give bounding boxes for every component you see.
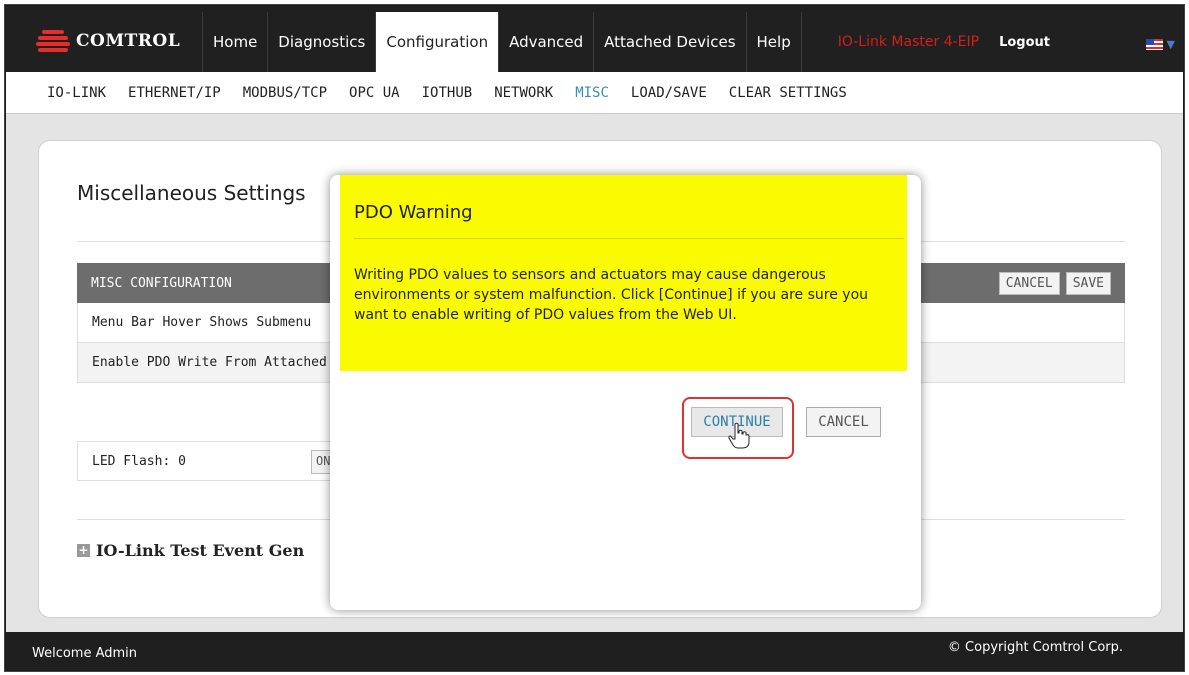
- table-cancel-button[interactable]: CANCEL: [998, 271, 1060, 295]
- hand-cursor-icon: [728, 422, 750, 449]
- top-navbar: COMTROL Home Diagnostics Configuration A…: [6, 6, 1183, 72]
- nav-help[interactable]: Help: [745, 12, 801, 72]
- table-save-button[interactable]: SAVE: [1065, 271, 1111, 295]
- warning-box: PDO Warning Writing PDO values to sensor…: [340, 175, 907, 371]
- nav-configuration[interactable]: Configuration: [375, 12, 499, 72]
- nav-home[interactable]: Home: [202, 12, 267, 72]
- row-label: Enable PDO Write From Attached: [92, 355, 327, 370]
- cancel-button[interactable]: CANCEL: [806, 407, 881, 437]
- copyright-text: © Copyright Comtrol Corp.: [947, 640, 1123, 655]
- language-selector[interactable]: ▼: [1145, 38, 1175, 51]
- logo-text: COMTROL: [76, 31, 181, 51]
- expander-label: IO-Link Test Event Gen: [96, 541, 305, 560]
- warning-message: Writing PDO values to sensors and actuat…: [354, 267, 869, 323]
- divider: [354, 238, 904, 239]
- plus-icon: +: [77, 543, 90, 557]
- row-label: Menu Bar Hover Shows Submenu: [92, 315, 312, 330]
- subnav-load-save[interactable]: LOAD/SAVE: [631, 85, 707, 101]
- page-title: Miscellaneous Settings: [77, 181, 306, 205]
- main-nav: Home Diagnostics Configuration Advanced …: [202, 12, 1058, 72]
- pdo-warning-dialog: PDO Warning Writing PDO values to sensor…: [330, 175, 921, 610]
- comtrol-logo[interactable]: COMTROL: [36, 26, 180, 56]
- subnav-modbus-tcp[interactable]: MODBUS/TCP: [243, 85, 327, 101]
- footer: Welcome Admin © Copyright Comtrol Corp.: [6, 632, 1183, 670]
- us-flag-icon: [1145, 39, 1163, 50]
- subnav-iothub[interactable]: IOTHUB: [422, 85, 473, 101]
- led-flash-label: LED Flash: 0: [92, 453, 186, 469]
- subnav-opc-ua[interactable]: OPC UA: [349, 85, 400, 101]
- subnav-clear-settings[interactable]: CLEAR SETTINGS: [729, 85, 847, 101]
- dialog-title: PDO Warning: [354, 202, 473, 223]
- nav-diagnostics[interactable]: Diagnostics: [267, 12, 375, 72]
- device-name: IO-Link Master 4-EIP: [800, 12, 991, 72]
- sub-nav: IO-LINK ETHERNET/IP MODBUS/TCP OPC UA IO…: [6, 72, 1183, 114]
- table-title: MISC CONFIGURATION: [91, 275, 232, 291]
- nav-advanced[interactable]: Advanced: [498, 12, 593, 72]
- subnav-ethernet-ip[interactable]: ETHERNET/IP: [128, 85, 221, 101]
- subnav-misc[interactable]: MISC: [575, 85, 609, 101]
- subnav-io-link[interactable]: IO-LINK: [47, 85, 106, 101]
- chevron-down-icon: ▼: [1166, 38, 1175, 51]
- nav-attached-devices[interactable]: Attached Devices: [593, 12, 745, 72]
- welcome-text: Welcome Admin: [32, 646, 138, 661]
- comtrol-logo-icon: [36, 28, 70, 54]
- subnav-network[interactable]: NETWORK: [494, 85, 553, 101]
- test-event-expander[interactable]: + IO-Link Test Event Gen: [77, 541, 304, 560]
- logout-link[interactable]: Logout: [991, 12, 1058, 72]
